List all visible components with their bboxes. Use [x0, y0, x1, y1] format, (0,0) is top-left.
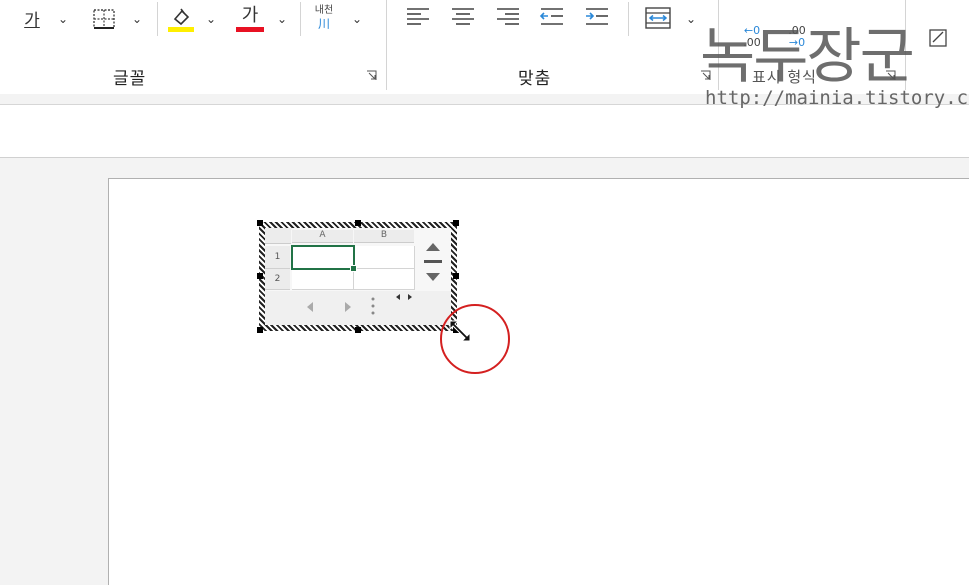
increase-indent-icon[interactable] — [584, 6, 610, 28]
font-color-glyph: 가 — [241, 4, 259, 26]
border-style-dropdown-chevron-down-icon[interactable]: ⌄ — [58, 12, 68, 26]
font-color-dropdown-chevron-down-icon[interactable]: ⌄ — [277, 12, 287, 26]
font-dialog-launcher-icon[interactable] — [366, 70, 377, 81]
embedded-spreadsheet-object[interactable]: A B 1 2 — [257, 220, 459, 333]
more-options-icon[interactable] — [370, 296, 376, 316]
separator — [300, 2, 301, 36]
align-right-icon[interactable] — [495, 6, 521, 28]
resize-handle-top-center[interactable] — [355, 220, 361, 226]
phonetic-top-text: 내천 — [314, 5, 334, 16]
column-header-a[interactable]: A — [292, 230, 353, 243]
separator — [157, 2, 158, 36]
active-cell-selection — [291, 245, 355, 270]
highlight-circle — [440, 304, 510, 374]
scroll-up-icon[interactable] — [423, 240, 443, 254]
merge-dropdown-chevron-down-icon[interactable]: ⌄ — [686, 12, 696, 26]
merge-center-icon[interactable] — [644, 6, 672, 30]
separator — [628, 2, 629, 36]
resize-handle-middle-left[interactable] — [257, 273, 263, 279]
scroll-down-icon[interactable] — [423, 270, 443, 284]
phonetic-bottom-text: 川 — [317, 17, 330, 31]
fill-bucket-icon — [168, 8, 194, 32]
borders-button[interactable] — [90, 6, 118, 32]
cell-b2[interactable] — [354, 269, 415, 290]
row-header-2[interactable]: 2 — [265, 269, 290, 290]
scroll-thumb[interactable] — [424, 260, 442, 263]
document-page — [108, 178, 969, 585]
font-color-swatch — [236, 26, 264, 32]
borders-icon — [93, 9, 115, 29]
decrease-indent-icon[interactable] — [539, 6, 565, 28]
row-header-1[interactable]: 1 — [265, 246, 290, 269]
cell-a2[interactable] — [292, 269, 354, 290]
fill-color-dropdown-chevron-down-icon[interactable]: ⌄ — [206, 12, 216, 26]
font-color-button[interactable]: 가 — [234, 2, 266, 34]
phonetic-dropdown-chevron-down-icon[interactable]: ⌄ — [352, 12, 362, 26]
resize-handle-middle-right[interactable] — [453, 273, 459, 279]
alignment-group-label: 맞춤 — [518, 69, 552, 89]
border-style-glyph: 가 — [24, 10, 40, 31]
watermark-title: 녹두장군 — [700, 22, 915, 92]
fill-color-button[interactable] — [166, 4, 196, 34]
horizontal-resize-icon[interactable] — [395, 292, 413, 302]
spreadsheet-frame: A B 1 2 — [265, 228, 451, 325]
column-header-b[interactable]: B — [354, 230, 414, 243]
corner-header — [265, 228, 291, 244]
cell-b1[interactable] — [354, 246, 415, 269]
sheet-next-icon[interactable] — [343, 300, 353, 314]
resize-handle-top-right[interactable] — [453, 220, 459, 226]
resize-handle-top-left[interactable] — [257, 220, 263, 226]
group-separator — [386, 0, 387, 90]
watermark-url: http://mainia.tistory.com — [705, 87, 969, 109]
resize-handle-bottom-center[interactable] — [355, 327, 361, 333]
resize-handle-bottom-left[interactable] — [257, 327, 263, 333]
formula-area — [0, 105, 969, 158]
font-group-label: 글꼴 — [113, 69, 147, 89]
fill-handle[interactable] — [350, 265, 357, 272]
conditional-format-icon[interactable] — [928, 28, 950, 48]
phonetic-guide-button[interactable]: 내천 川 — [306, 2, 342, 34]
sheet-tab-bar — [265, 291, 451, 325]
align-left-icon[interactable] — [405, 6, 431, 28]
border-style-button[interactable]: 가 — [18, 4, 46, 32]
borders-dropdown-chevron-down-icon[interactable]: ⌄ — [132, 12, 142, 26]
sheet-prev-icon[interactable] — [305, 300, 315, 314]
align-center-icon[interactable] — [450, 6, 476, 28]
